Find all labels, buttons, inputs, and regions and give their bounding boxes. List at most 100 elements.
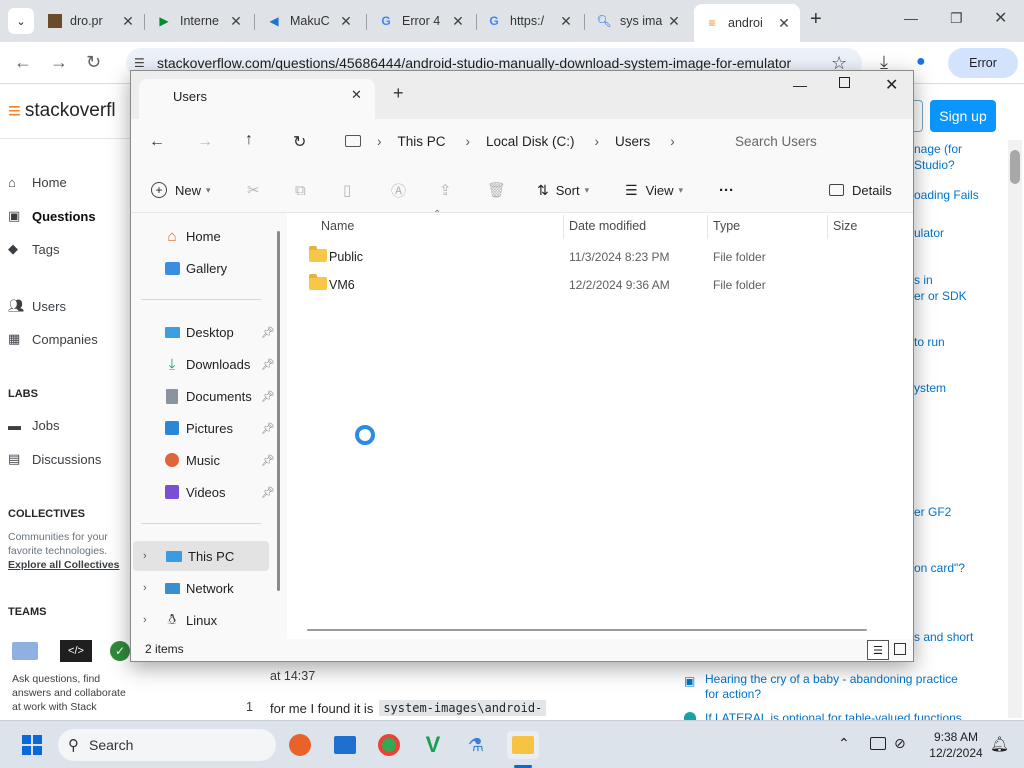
explore-collectives-link[interactable]: Explore all Collectives <box>8 559 119 571</box>
nav-item-pictures[interactable]: Pictures 📌︎ <box>131 413 281 443</box>
nav-item-home[interactable]: ⌂ Home <box>131 221 281 251</box>
cut-icon[interactable]: ✂ <box>247 167 260 213</box>
signup-button[interactable]: Sign up <box>930 100 996 132</box>
column-header-date[interactable]: Date modified <box>569 219 646 233</box>
notification-bell-icon[interactable]: 🔔︎ <box>990 735 1009 753</box>
so-nav-discussions[interactable]: ▤ Discussions <box>8 451 101 467</box>
explorer-tab[interactable]: Users ✕ <box>139 79 375 119</box>
so-nav-tags[interactable]: ◆ Tags <box>8 241 59 257</box>
new-button[interactable]: + New ▾ <box>151 167 211 213</box>
column-header-name[interactable]: Name <box>321 219 354 233</box>
related-link[interactable]: oading Fails <box>914 188 979 202</box>
browser-tab[interactable]: G Error 4 ✕ <box>378 8 466 34</box>
so-nav-questions[interactable]: ▣ Questions <box>8 208 96 224</box>
close-tab-icon[interactable]: ✕ <box>776 15 792 32</box>
nav-scrollbar[interactable] <box>277 231 280 591</box>
related-link[interactable]: s in <box>914 273 933 287</box>
details-button[interactable]: Details <box>829 167 892 213</box>
breadcrumb[interactable]: › This PC › Local Disk (C:) › Users › <box>331 125 711 157</box>
minimize-window-icon[interactable]: — <box>904 10 918 26</box>
browser-tab[interactable]: ▶ Interne ✕ <box>156 8 244 34</box>
so-nav-companies[interactable]: ▦ Companies <box>8 331 98 347</box>
login-button-edge[interactable] <box>913 100 923 132</box>
pin-icon[interactable]: 📌︎ <box>261 422 275 435</box>
windows-start-icon[interactable] <box>18 731 46 759</box>
new-tab-button[interactable]: + <box>810 8 822 31</box>
display-icon[interactable] <box>870 737 886 750</box>
paste-icon[interactable]: ▯ <box>343 167 351 213</box>
profile-error-button[interactable]: Error <box>948 48 1018 78</box>
forward-arrow-icon[interactable]: → <box>197 133 213 151</box>
horizontal-scrollbar[interactable] <box>307 629 867 631</box>
so-nav-users[interactable]: 👥︎ Users <box>8 298 66 314</box>
profile-avatar-icon[interactable]: ● <box>916 53 926 71</box>
scrollbar-thumb[interactable] <box>1010 150 1020 184</box>
pin-icon[interactable]: 📌︎ <box>261 326 275 339</box>
nav-item-linux[interactable]: › 🐧︎ Linux <box>131 605 281 635</box>
related-link[interactable]: ystem <box>914 381 946 395</box>
back-arrow-icon[interactable]: ← <box>14 52 32 73</box>
view-button[interactable]: ☰ View ▾ <box>625 167 683 213</box>
page-scrollbar[interactable] <box>1008 140 1022 718</box>
pin-icon[interactable]: 📌︎ <box>261 486 275 499</box>
android-studio-icon[interactable]: ⚗ <box>462 731 490 759</box>
breadcrumb-this-pc[interactable]: This PC <box>398 134 446 149</box>
close-tab-icon[interactable]: ✕ <box>666 13 682 30</box>
pin-icon[interactable]: 📌︎ <box>261 454 275 467</box>
close-tab-icon[interactable]: ✕ <box>450 13 466 30</box>
nav-item-downloads[interactable]: ⤓ Downloads 📌︎ <box>131 349 281 379</box>
sort-button[interactable]: ⇅ Sort ▾ <box>537 167 589 213</box>
copy-icon[interactable]: ⧉ <box>295 167 306 213</box>
nav-item-desktop[interactable]: Desktop 📌︎ <box>131 317 281 347</box>
pin-icon[interactable]: 📌︎ <box>261 390 275 403</box>
refresh-icon[interactable]: ↻ <box>293 132 306 152</box>
related-link[interactable]: Studio? <box>914 158 955 172</box>
taskbar-search[interactable]: ⚲ Search <box>58 729 276 761</box>
nav-item-documents[interactable]: Documents 📌︎ <box>131 381 281 411</box>
browser-tab[interactable]: 🔍︎ sys ima ✕ <box>596 8 682 34</box>
taskbar-clock[interactable]: 9:38 AM 12/2/2024 <box>926 729 986 761</box>
column-header-type[interactable]: Type <box>713 219 740 233</box>
nav-item-gallery[interactable]: Gallery <box>131 253 281 283</box>
close-tab-icon[interactable]: ✕ <box>338 13 354 30</box>
stackoverflow-logo[interactable]: ≡ stackoverfl <box>8 98 116 124</box>
nav-item-videos[interactable]: Videos 📌︎ <box>131 477 281 507</box>
details-view-icon[interactable]: ☰ <box>867 640 889 660</box>
back-arrow-icon[interactable]: ← <box>149 133 165 151</box>
restore-window-icon[interactable]: ❐ <box>950 10 963 27</box>
breadcrumb-users[interactable]: Users <box>615 134 650 149</box>
firefox-icon[interactable] <box>286 731 314 759</box>
file-explorer-taskbar-icon[interactable] <box>331 731 359 759</box>
tiles-view-icon[interactable] <box>894 643 906 655</box>
tab-search-button[interactable]: ⌄ <box>8 8 34 34</box>
network-status-icon[interactable]: ⊘ <box>894 735 906 752</box>
rename-icon[interactable]: Ⓐ <box>391 167 406 213</box>
more-options-button[interactable]: ··· <box>719 167 734 213</box>
related-link[interactable]: to run <box>914 335 945 349</box>
nav-item-this-pc[interactable]: › This PC <box>133 541 269 571</box>
reload-icon[interactable]: ↻ <box>86 52 101 73</box>
browser-tab[interactable]: dro.pr ✕ <box>48 8 136 34</box>
related-link[interactable]: nage (for <box>914 142 962 156</box>
site-info-icon[interactable]: ☰ <box>134 56 145 70</box>
so-nav-jobs[interactable]: ▬ Jobs <box>8 418 59 433</box>
close-tab-icon[interactable]: ✕ <box>228 13 244 30</box>
so-nav-home[interactable]: ⌂ Home <box>8 175 67 190</box>
forward-arrow-icon[interactable]: → <box>50 52 68 73</box>
show-hidden-icons-chevron[interactable]: ⌃ <box>838 735 850 752</box>
vscode-icon[interactable]: V <box>419 731 447 759</box>
file-explorer-active-icon[interactable] <box>507 731 539 759</box>
file-row[interactable]: VM6 12/2/2024 9:36 AM File folder <box>287 271 913 299</box>
url-text[interactable]: stackoverflow.com/questions/45686444/and… <box>157 55 791 71</box>
file-row[interactable]: Public 11/3/2024 8:23 PM File folder <box>287 243 913 271</box>
new-tab-icon[interactable]: + <box>393 83 404 104</box>
up-arrow-icon[interactable]: ↑ <box>245 131 253 149</box>
close-tab-icon[interactable]: ✕ <box>120 13 136 30</box>
browser-tab-active[interactable]: ≡ androi ✕ <box>694 4 800 42</box>
nav-item-network[interactable]: › Network <box>131 573 281 603</box>
close-tab-icon[interactable]: ✕ <box>558 13 574 30</box>
close-tab-icon[interactable]: ✕ <box>351 87 362 103</box>
browser-tab[interactable]: G https:/ ✕ <box>486 8 574 34</box>
column-header-size[interactable]: Size <box>833 219 857 233</box>
hot-question-link[interactable]: Hearing the cry of a baby - abandoning p… <box>705 672 975 702</box>
